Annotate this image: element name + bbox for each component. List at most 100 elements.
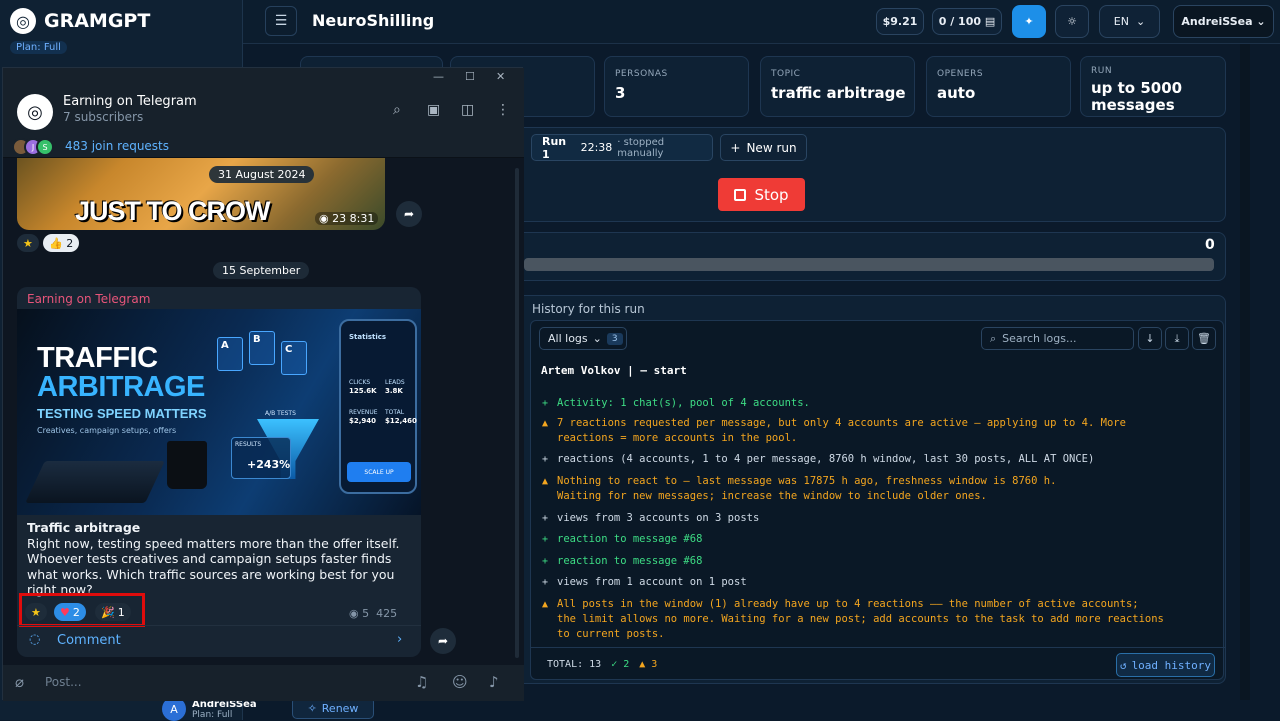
message-composer[interactable]: ⌀ Post... ♫ ☺ ♪ bbox=[3, 665, 524, 701]
microphone-icon[interactable]: ♪ bbox=[489, 673, 499, 691]
warning-icon: ▲ bbox=[542, 476, 549, 487]
log-line: + views from 1 account on 1 post bbox=[539, 575, 1219, 590]
brand[interactable]: ◎ GRAMGPT bbox=[10, 8, 150, 34]
page-title: NeuroShilling bbox=[312, 11, 435, 30]
log-search-input[interactable]: ⌕ Search logs... bbox=[981, 327, 1134, 350]
reaction-like[interactable]: 👍 2 bbox=[43, 234, 80, 252]
post-channel-name[interactable]: Earning on Telegram bbox=[27, 292, 150, 306]
forward-icon: ➦ bbox=[403, 207, 415, 221]
phone-label: CLICKS bbox=[349, 379, 371, 386]
forward-icon: ➦ bbox=[437, 634, 449, 648]
log-line: to current posts. bbox=[539, 627, 1219, 642]
log-text: reactions (4 accounts, 1 to 4 per messag… bbox=[557, 453, 1095, 465]
stat-label: RUN bbox=[1091, 66, 1113, 76]
quota-badge[interactable]: 0 / 100 ▤ bbox=[932, 8, 1002, 35]
log-line: reactions = more accounts in the pool. bbox=[539, 431, 1219, 446]
topbar: ☰ NeuroShilling $9.21 0 / 100 ▤ ✦ ☼ EN ⌄… bbox=[243, 0, 1280, 44]
window-titlebar: — ☐ ✕ bbox=[3, 68, 524, 88]
channel-header[interactable]: ◎ Earning on Telegram 7 subscribers ⌕ ▣ … bbox=[3, 88, 524, 136]
new-run-button[interactable]: + New run bbox=[720, 134, 807, 161]
laptop-illustration bbox=[25, 461, 165, 503]
log-text: views from 1 account on 1 post bbox=[557, 576, 747, 588]
post-image[interactable]: JUST TO CROW ◉ 23 8:31 bbox=[17, 158, 385, 230]
reaction-star[interactable]: ★ bbox=[17, 234, 39, 252]
log-line: ▲ All posts in the window (1) already hav… bbox=[539, 597, 1219, 612]
eye-icon: ◉ bbox=[349, 607, 359, 620]
run-badge[interactable]: Run 1 22:38 · stopped manually bbox=[531, 134, 713, 161]
telegram-window: — ☐ ✕ ◎ Earning on Telegram 7 subscriber… bbox=[2, 67, 524, 701]
quota-value: 0 / 100 bbox=[938, 15, 982, 28]
sparkle-icon: ✦ bbox=[1024, 15, 1034, 28]
bell-icon[interactable]: ♫ bbox=[415, 673, 428, 691]
warning-icon: ▲ bbox=[542, 599, 549, 610]
scale-up-label: SCALE UP bbox=[347, 462, 411, 482]
more-options-icon[interactable]: ⋮ bbox=[496, 102, 510, 118]
stop-square-icon bbox=[734, 188, 747, 201]
search-icon[interactable]: ⌕ bbox=[393, 102, 401, 118]
log-line: ▲ Nothing to react to — last message was … bbox=[539, 474, 1219, 489]
load-history-button[interactable]: ↺ load history bbox=[1116, 653, 1215, 677]
stat-personas: PERSONAS 3 bbox=[604, 56, 749, 117]
stat-label: PERSONAS bbox=[615, 69, 668, 79]
join-requests-bar[interactable]: J S 483 join requests bbox=[3, 136, 524, 158]
stat-value: 3 bbox=[615, 84, 626, 102]
chevron-right-icon: › bbox=[397, 632, 403, 647]
log-line: + views from 3 accounts on 3 posts bbox=[539, 511, 1219, 526]
log-line: ▲ 7 reactions requested per message, but … bbox=[539, 416, 1219, 431]
brand-name: GRAMGPT bbox=[44, 10, 151, 32]
live-stream-icon[interactable]: ▣ bbox=[427, 102, 440, 118]
forward-button[interactable]: ➦ bbox=[430, 628, 456, 654]
plus-icon: + bbox=[542, 513, 549, 524]
views-count: 5 bbox=[362, 607, 370, 620]
theme-toggle-button[interactable]: ☼ bbox=[1055, 5, 1089, 38]
requester-avatar: S bbox=[36, 138, 54, 156]
post-views: ◉ 23 8:31 bbox=[315, 212, 379, 225]
delete-button[interactable]: 🗑 bbox=[1192, 327, 1216, 350]
emoji-icon[interactable]: ☺ bbox=[452, 673, 468, 691]
comment-button[interactable]: ◌ Comment › bbox=[17, 625, 421, 657]
stat-value: auto bbox=[937, 84, 976, 102]
stop-button[interactable]: Stop bbox=[718, 178, 805, 211]
date-separator: 31 August 2024 bbox=[209, 166, 315, 183]
phone-label: TOTAL bbox=[385, 409, 405, 416]
page-scrollbar[interactable] bbox=[1240, 44, 1250, 700]
scroll-down-button[interactable]: ↓ bbox=[1138, 327, 1162, 350]
post-time: 8:31 bbox=[349, 212, 375, 225]
phone-value: 125.6K bbox=[349, 387, 377, 395]
language-select[interactable]: EN ⌄ bbox=[1099, 5, 1160, 38]
sidebar-toggle-icon[interactable]: ◫ bbox=[461, 102, 474, 118]
language-value: EN bbox=[1113, 15, 1129, 28]
comment-icon: ◌ bbox=[29, 632, 41, 647]
log-text: Nothing to react to — last message was 1… bbox=[557, 475, 1057, 487]
chat-scrollbar[interactable] bbox=[515, 168, 519, 658]
gramgpt-logo-icon: ◎ bbox=[10, 8, 36, 34]
channel-subscribers: 7 subscribers bbox=[63, 110, 144, 124]
user-menu-button[interactable]: AndreiSSea ⌄ bbox=[1173, 5, 1274, 38]
maximize-icon[interactable]: ☐ bbox=[465, 70, 475, 83]
sun-icon: ☼ bbox=[1067, 15, 1077, 28]
composer-input[interactable]: Post... bbox=[45, 675, 82, 689]
phone-value: $2,940 bbox=[349, 417, 377, 425]
menu-toggle-button[interactable]: ☰ bbox=[265, 6, 297, 36]
plus-icon: + bbox=[542, 398, 549, 409]
attach-icon[interactable]: ⌀ bbox=[15, 673, 24, 691]
download-button[interactable]: ⤓ bbox=[1165, 327, 1189, 350]
forward-button[interactable]: ➦ bbox=[396, 201, 422, 227]
phone-value: $12,460 bbox=[385, 417, 417, 425]
chevron-down-icon: ⌄ bbox=[1135, 15, 1146, 28]
ai-assistant-button[interactable]: ✦ bbox=[1012, 5, 1046, 38]
plan-badge: Plan: Full bbox=[10, 41, 67, 54]
run-status: · stopped manually bbox=[617, 136, 665, 159]
minimize-icon[interactable]: — bbox=[433, 70, 444, 83]
log-filter-select[interactable]: All logs ⌄ 3 bbox=[539, 327, 627, 350]
log-text: reaction to message #68 bbox=[557, 555, 703, 567]
filter-value: All logs bbox=[548, 332, 588, 345]
chevron-down-icon: ⌄ bbox=[592, 332, 602, 345]
post-text: Traffic arbitrage Right now, testing spee… bbox=[27, 520, 407, 598]
join-requests-label: 483 join requests bbox=[65, 139, 170, 153]
phone-value: 3.8K bbox=[385, 387, 403, 395]
progress-value: 0 bbox=[1205, 237, 1215, 253]
balance-badge[interactable]: $9.21 bbox=[876, 8, 924, 35]
post-image[interactable]: TRAFFIC ARBITRAGE TESTING SPEED MATTERS … bbox=[17, 309, 421, 515]
close-icon[interactable]: ✕ bbox=[496, 70, 505, 83]
